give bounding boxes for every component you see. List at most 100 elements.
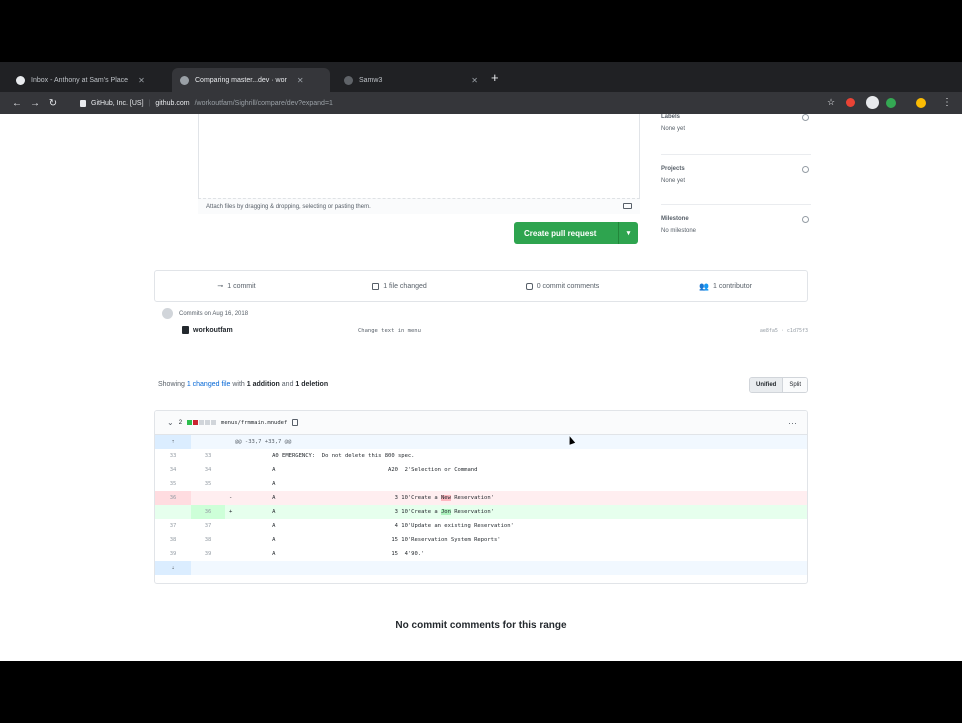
summary-commits-label: 1 commit — [227, 282, 256, 290]
tab-label: Samw3 — [359, 76, 383, 84]
line-number-new[interactable]: 37 — [191, 519, 225, 533]
address-bar[interactable]: GitHub, Inc. [US] | github.com/workoutfa… — [80, 95, 820, 111]
extension-icon[interactable] — [846, 98, 855, 107]
extension-icon[interactable] — [886, 98, 896, 108]
line-number-old[interactable]: 34 — [155, 463, 191, 477]
expand-down-icon[interactable]: ⇣ — [155, 561, 191, 575]
line-number-old[interactable]: 38 — [155, 533, 191, 547]
commit-sha[interactable]: ae8fa5 · c1d75f3 — [760, 328, 808, 334]
code-line: A A20 2'Selection or Command — [239, 467, 501, 473]
divider — [661, 204, 811, 205]
back-icon[interactable]: ← — [8, 98, 26, 109]
tab-label: Comparing master...dev · wor — [195, 76, 287, 84]
profile-avatar[interactable] — [916, 98, 926, 108]
browser-tab-inbox[interactable]: Inbox - Anthony at Sam's Place ✕ — [8, 68, 166, 92]
sidebar-milestone[interactable]: Milestone No milestone — [661, 216, 811, 234]
gear-icon[interactable] — [802, 166, 809, 173]
file-path[interactable]: menus/frmmain.mnudef — [221, 420, 287, 426]
line-number-new[interactable]: 35 — [191, 477, 225, 491]
deletions-count: 1 deletion — [295, 381, 329, 388]
comment-icon — [525, 282, 533, 290]
line-number-old[interactable]: 37 — [155, 519, 191, 533]
close-icon[interactable]: ✕ — [138, 76, 145, 85]
dropdown-caret-icon[interactable]: ▾ — [618, 222, 638, 244]
page-icon — [344, 75, 353, 85]
changed-files-link[interactable]: 1 changed file — [187, 381, 231, 388]
diff-stats-text: Showing 1 changed file with 1 addition a… — [158, 381, 328, 388]
code-line: A 15 10'Reservation System Reports' — [239, 537, 501, 543]
line-number-new[interactable]: 33 — [191, 449, 225, 463]
line-number-new[interactable]: 39 — [191, 547, 225, 561]
code-segment: A 3 10'Create a — [239, 495, 441, 501]
split-view-button[interactable]: Split — [783, 378, 807, 392]
line-number-new[interactable]: 34 — [191, 463, 225, 477]
summary-commits[interactable]: ⊸ 1 commit — [155, 282, 318, 291]
browser-tab-compare[interactable]: Comparing master...dev · wor ✕ — [172, 68, 330, 92]
diff-view-toggle: Unified Split — [748, 377, 808, 393]
divider — [661, 154, 811, 155]
extension-icon[interactable] — [866, 96, 879, 109]
sidebar-labels[interactable]: Labels None yet — [661, 114, 811, 132]
code-highlight: Jon — [441, 509, 451, 515]
code-highlight: New — [441, 495, 451, 501]
markdown-icon — [623, 203, 632, 209]
line-number-old[interactable]: 39 — [155, 547, 191, 561]
line-number-old[interactable]: 36 — [155, 491, 191, 505]
create-pull-request-button[interactable]: Create pull request ▾ — [514, 222, 638, 244]
browser-tab-samw3[interactable]: Samw3 ✕ — [336, 68, 486, 92]
line-number-old[interactable]: 35 — [155, 477, 191, 491]
gear-icon[interactable] — [802, 216, 809, 223]
toc-and: and — [281, 381, 294, 388]
reload-icon[interactable]: ↻ — [44, 98, 62, 109]
forward-icon[interactable]: → — [26, 98, 44, 109]
toc-middle: with — [232, 381, 245, 388]
unified-view-button[interactable]: Unified — [749, 378, 784, 392]
diff-line-context: 35 35 A — [155, 477, 807, 491]
attach-files-bar[interactable]: Attach files by dragging & dropping, sel… — [198, 198, 640, 214]
numbers-summary: ⊸ 1 commit 1 file changed 0 commit comme… — [154, 270, 808, 302]
attach-hint: Attach files by dragging & dropping, sel… — [206, 203, 371, 210]
line-number-old[interactable]: 33 — [155, 449, 191, 463]
commit-author-name[interactable]: workoutfam — [193, 327, 233, 334]
code-line: A0 EMERGENCY: Do not delete this 800 spe… — [239, 453, 415, 459]
hunk-header: ⇡ @@ -33,7 +33,7 @@ — [155, 435, 807, 449]
diff-table: ⇡ @@ -33,7 +33,7 @@ 33 33 A0 EMERGENCY: D… — [155, 435, 807, 575]
menu-kebab-icon[interactable]: ⋮ — [938, 97, 956, 108]
summary-files-label: 1 file changed — [383, 282, 427, 290]
sidebar-projects-value: None yet — [661, 178, 686, 184]
sidebar-projects[interactable]: Projects None yet — [661, 166, 811, 184]
tab-label: Inbox - Anthony at Sam's Place — [31, 76, 129, 84]
code-segment: Reservation' — [450, 509, 494, 515]
summary-contributors[interactable]: 👥 1 contributor — [644, 282, 807, 291]
diffstat-bar — [187, 420, 217, 425]
code-line: A — [239, 481, 276, 487]
summary-files-changed[interactable]: 1 file changed — [318, 282, 481, 290]
line-number-new[interactable]: 36 — [191, 505, 225, 519]
line-number-new[interactable]: 38 — [191, 533, 225, 547]
close-icon[interactable]: ✕ — [471, 76, 478, 85]
gmail-icon — [16, 75, 25, 85]
clipboard-icon[interactable] — [292, 419, 299, 426]
commit-icon: ⊸ — [217, 283, 224, 290]
url-path: /workoutfam/Sighrill/compare/dev?expand=… — [194, 99, 333, 107]
bookmark-star-icon[interactable]: ☆ — [822, 97, 840, 108]
file-menu-button[interactable]: ··· — [788, 418, 797, 428]
new-tab-button[interactable]: + — [491, 70, 499, 85]
code-line: A 4 10'Update an existing Reservation' — [239, 523, 514, 529]
github-compare-page: Attach files by dragging & dropping, sel… — [0, 114, 962, 661]
diff-line-addition: 36 + A 3 10'Create a Jon Reservation' — [155, 505, 807, 519]
sidebar-milestone-value: No milestone — [661, 228, 697, 234]
summary-comments-label: 0 commit comments — [536, 282, 600, 290]
chevron-down-icon[interactable]: ⌄ — [167, 418, 174, 427]
diff-sign: - — [229, 495, 233, 501]
gear-icon[interactable] — [802, 114, 809, 121]
close-icon[interactable]: ✕ — [297, 76, 304, 85]
summary-commit-comments[interactable]: 0 commit comments — [481, 282, 644, 290]
commit-author[interactable]: workoutfam — [182, 326, 233, 334]
expand-up-icon[interactable]: ⇡ — [155, 435, 191, 449]
commit-message[interactable]: Change text in menu — [358, 328, 421, 334]
diff-sign: + — [229, 509, 233, 515]
diff-line-deletion: 36 - A 3 10'Create a New Reservation' — [155, 491, 807, 505]
no-commit-comments: No commit comments for this range — [395, 620, 567, 631]
sidebar-projects-title: Projects — [661, 166, 685, 172]
